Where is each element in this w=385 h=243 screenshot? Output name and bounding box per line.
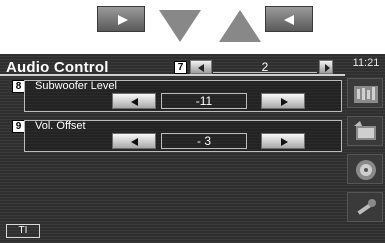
subwoofer-decrease-button[interactable] [112,93,156,109]
right-arrow-icon [281,138,288,146]
equalizer-button[interactable] [347,78,383,108]
tools-button[interactable] [347,192,383,222]
clock: 11:21 [352,57,380,69]
page-number: 2 [261,60,269,74]
vol-offset-decrease-button[interactable] [112,133,156,149]
equalizer-icon [354,86,378,103]
subwoofer-level-value: -11 [161,93,247,109]
video-button[interactable] [347,116,383,146]
subwoofer-level-label: Subwoofer Level [35,80,117,92]
back-button[interactable] [265,6,313,32]
triangle-down-icon[interactable] [157,8,203,44]
film-icon [354,121,376,140]
triangle-up-icon[interactable] [217,8,263,44]
right-arrow-icon [325,64,330,72]
page-indicator: 2 [213,60,317,74]
left-arrow-icon [198,64,204,72]
page-next-button[interactable] [319,60,333,74]
forward-button[interactable] [97,6,145,32]
tools-icon [357,199,376,215]
vol-offset-value: - 3 [161,133,247,149]
left-arrow-icon [131,138,138,146]
audio-control-screen: Audio Control 7 2 11:21 8 Subwoofer Leve… [0,54,385,243]
play-right-arrow-icon [118,15,128,25]
page-prev-button[interactable] [190,60,212,74]
subwoofer-increase-button[interactable] [261,93,305,109]
callout-7: 7 [174,61,187,74]
vol-offset-label: Vol. Offset [35,120,86,132]
right-arrow-icon [281,98,288,106]
left-arrow-icon [131,98,138,106]
vol-offset-increase-button[interactable] [261,133,305,149]
speaker-icon [356,160,376,180]
sidebar [345,74,385,234]
play-left-arrow-icon [284,15,294,25]
subwoofer-level-panel: Subwoofer Level -11 [24,80,342,112]
vol-offset-panel: Vol. Offset - 3 [24,120,342,152]
ti-button[interactable]: TI [6,224,40,238]
speaker-button[interactable] [347,154,383,184]
page-title: Audio Control [6,59,109,76]
